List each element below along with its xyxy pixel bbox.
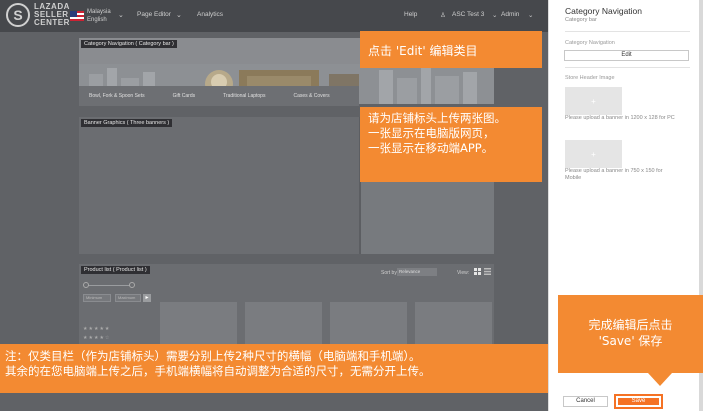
grid-view-icon[interactable]	[474, 268, 481, 275]
country-label: Malaysia	[87, 9, 111, 15]
panel-subtitle: Category bar	[565, 17, 597, 23]
chevron-down-icon[interactable]: ⌄	[118, 11, 124, 19]
category-navigation-field-label: Category Navigation	[565, 40, 615, 46]
mobile-banner-hint: Please upload a banner in 750 x 150 for …	[565, 168, 663, 181]
section-label: Category Navigation ( Category bar )	[81, 40, 177, 48]
section-label: Banner Graphics ( Three banners )	[81, 119, 173, 127]
category-item[interactable]: Cases & Covers	[293, 93, 329, 99]
view-label: View:	[457, 270, 470, 276]
chevron-down-icon[interactable]: ⌄	[176, 11, 182, 19]
admin-menu[interactable]: Admin	[501, 11, 519, 18]
nav-help[interactable]: Help	[404, 11, 417, 18]
pc-banner-upload[interactable]: +	[565, 87, 622, 115]
chevron-down-icon[interactable]: ⌄	[528, 11, 533, 19]
category-bar: Bowl, Fork & Spoon Sets Gift Cards Tradi…	[79, 86, 359, 106]
section-label: Product list ( Product list )	[81, 266, 150, 274]
product-list-section[interactable]: Product list ( Product list ) Sort by: R…	[79, 264, 494, 344]
edit-callout: 点击 'Edit' 编辑类目	[360, 31, 542, 68]
product-card[interactable]	[160, 302, 237, 344]
rating-filter-full[interactable]: ★★★★★	[83, 326, 110, 332]
logo-mark: S	[6, 3, 30, 27]
account-menu[interactable]: ASC Test 3	[452, 11, 484, 18]
country-language-selector[interactable]: Malaysia English	[87, 8, 111, 24]
store-header-image-label: Store Header Image	[565, 75, 615, 81]
logo-text: LAZADA SELLER CENTER	[34, 2, 70, 27]
plus-icon: +	[591, 96, 596, 106]
edit-button[interactable]: Edit	[564, 50, 689, 61]
min-price-input[interactable]: Minimum	[83, 294, 111, 302]
nav-page-editor[interactable]: Page Editor	[137, 11, 171, 18]
lazada-seller-center-logo[interactable]: S LAZADA SELLER CENTER	[6, 3, 70, 27]
save-callout-arrow	[648, 373, 672, 386]
price-range-slider[interactable]	[85, 285, 133, 286]
user-icon: ♙	[440, 12, 446, 19]
upload-callout: 请为店铺标头上传两张图。 一张显示在电脑版网页， 一张显示在移动端APP。	[360, 107, 542, 182]
plus-icon: +	[591, 149, 596, 159]
apply-price-button[interactable]: ▸	[143, 294, 151, 302]
category-item[interactable]: Bowl, Fork & Spoon Sets	[89, 93, 145, 99]
chevron-down-icon[interactable]: ⌄	[492, 11, 497, 19]
category-item[interactable]: Gift Cards	[173, 93, 196, 99]
product-card[interactable]	[245, 302, 322, 344]
note-callout: 注：仅类目栏（作为店铺标头）需要分别上传2种尺寸的横幅（电脑端和手机端）。 其余…	[0, 344, 548, 393]
save-callout: 完成编辑后点击 'Save' 保存	[558, 295, 703, 373]
malaysia-flag-icon[interactable]	[70, 11, 84, 21]
nav-analytics[interactable]: Analytics	[197, 11, 223, 18]
max-price-input[interactable]: Maximum	[115, 294, 141, 302]
divider	[565, 31, 690, 32]
mobile-banner-upload[interactable]: +	[565, 140, 622, 168]
product-card[interactable]	[330, 302, 407, 344]
slider-handle-max[interactable]	[129, 282, 135, 288]
save-button[interactable]: Save	[614, 394, 663, 409]
pc-banner-hint: Please upload a banner in 1200 x 128 for…	[565, 115, 675, 121]
sort-by-label: Sort by:	[381, 270, 399, 276]
product-card[interactable]	[415, 302, 492, 344]
cancel-button[interactable]: Cancel	[563, 396, 608, 407]
category-item[interactable]: Traditional Laptops	[223, 93, 265, 99]
slider-handle-min[interactable]	[83, 282, 89, 288]
sort-by-select[interactable]: Relevance	[397, 268, 437, 276]
divider	[565, 67, 690, 68]
list-view-icon[interactable]	[484, 268, 491, 275]
rating-filter-partial[interactable]: ★★★★☆	[83, 335, 110, 341]
panel-title: Category Navigation	[565, 6, 643, 16]
language-label: English	[87, 17, 107, 23]
top-navigation-bar: S LAZADA SELLER CENTER Malaysia English …	[0, 0, 548, 32]
